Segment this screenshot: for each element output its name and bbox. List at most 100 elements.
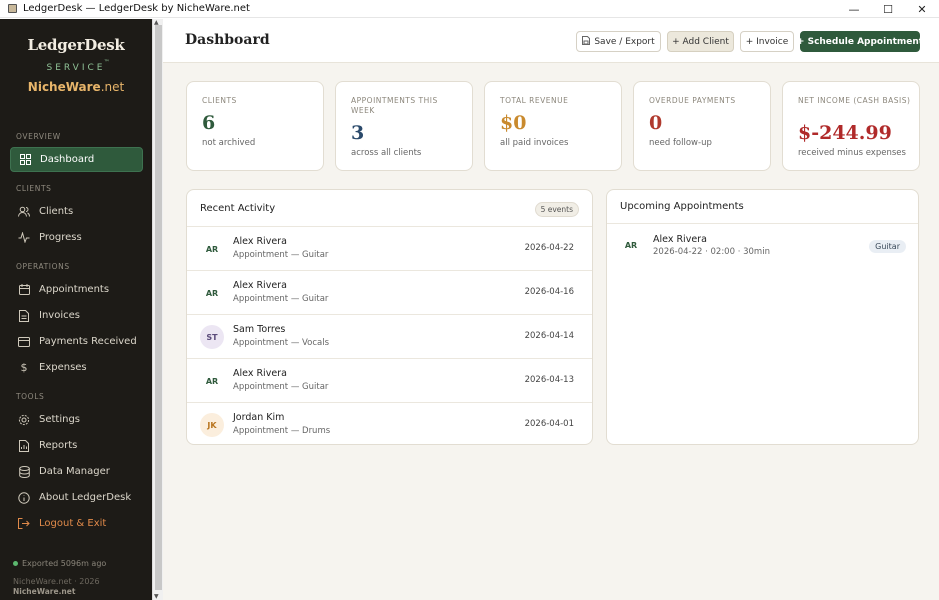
topbar: Dashboard Save / Export + Add Client + I… [163, 19, 939, 63]
upcoming-appointments-panel: Upcoming Appointments AR Alex Rivera 202… [606, 189, 919, 445]
recent-activity-panel: Recent Activity 5 events AR Alex Rivera … [186, 189, 593, 445]
sidebar-footer: Exported 5096m ago NicheWare.net · 2026 … [0, 559, 152, 600]
sidebar-scrollbar[interactable]: ▲ ▼ [152, 19, 163, 600]
panel-title: Upcoming Appointments [620, 201, 744, 212]
row-name: Alex Rivera [233, 280, 287, 291]
activity-row[interactable]: ST Sam Torres Appointment — Vocals 2026-… [187, 314, 592, 358]
database-icon [18, 465, 30, 478]
row-sub: Appointment — Guitar [233, 294, 329, 304]
sidebar-item-label: About LedgerDesk [39, 492, 132, 503]
brand: LedgerDesk SERVICE ™ NicheWare.net [0, 19, 152, 94]
stat-card-net-income: NET INCOME (CASH BASIS) $-244.99 receive… [782, 81, 920, 171]
section-operations: OPERATIONS [16, 262, 70, 271]
calendar-icon [18, 284, 30, 296]
scroll-down-icon[interactable]: ▼ [154, 593, 159, 600]
row-name: Sam Torres [233, 324, 286, 335]
users-icon [18, 206, 30, 218]
row-sub: Appointment — Drums [233, 426, 331, 436]
sidebar-item-settings[interactable]: Settings [10, 407, 143, 432]
stat-value: 6 [202, 112, 216, 134]
row-name: Alex Rivera [233, 368, 287, 379]
sidebar-item-appointments[interactable]: Appointments [10, 277, 143, 302]
stat-card-overdue: OVERDUE PAYMENTS 0 need follow-up [633, 81, 771, 171]
logout-icon [18, 518, 30, 530]
row-name: Alex Rivera [233, 236, 287, 247]
section-tools: TOOLS [16, 392, 45, 401]
sidebar-item-expenses[interactable]: $ Expenses [10, 355, 143, 380]
events-badge: 5 events [534, 202, 579, 217]
activity-row[interactable]: AR Alex Rivera Appointment — Guitar 2026… [187, 226, 592, 270]
sidebar-item-label: Logout & Exit [39, 518, 107, 529]
sidebar-item-label: Payments Received [39, 336, 137, 347]
activity-row[interactable]: AR Alex Rivera Appointment — Guitar 2026… [187, 358, 592, 402]
stat-value: 0 [649, 112, 663, 134]
minimize-button[interactable]: — [837, 0, 871, 18]
stat-label: CLIENTS [202, 96, 237, 105]
sidebar-item-about[interactable]: About LedgerDesk [10, 485, 143, 510]
brand-name: LedgerDesk [27, 36, 125, 54]
appointment-row[interactable]: AR Alex Rivera 2026-04-22 · 02:00 · 30mi… [607, 223, 918, 267]
sidebar-item-dashboard[interactable]: Dashboard [10, 147, 143, 172]
activity-icon [18, 232, 30, 244]
stat-value: $0 [500, 112, 527, 134]
add-client-button[interactable]: + Add Client [667, 31, 734, 52]
section-clients: CLIENTS [16, 184, 52, 193]
schedule-appointment-button[interactable]: + Schedule Appointment [797, 31, 923, 52]
stat-sub: need follow-up [649, 138, 712, 148]
stat-card-revenue: TOTAL REVENUE $0 all paid invoices [484, 81, 622, 171]
sidebar-item-data-manager[interactable]: Data Manager [10, 459, 143, 484]
row-sub: 2026-04-22 · 02:00 · 30min [653, 247, 770, 257]
section-overview: OVERVIEW [16, 132, 61, 141]
sidebar-item-label: Settings [39, 414, 81, 425]
sidebar-item-progress[interactable]: Progress [10, 225, 143, 250]
row-name: Jordan Kim [233, 412, 285, 423]
stat-sub: across all clients [351, 148, 422, 158]
sidebar-item-reports[interactable]: Reports [10, 433, 143, 458]
row-date: 2026-04-14 [524, 331, 574, 341]
avatar: AR [624, 240, 638, 250]
avatar: AR [205, 244, 219, 254]
sidebar-item-invoices[interactable]: Invoices [10, 303, 143, 328]
sidebar-item-label: Clients [39, 206, 74, 217]
sidebar-item-clients[interactable]: Clients [10, 199, 143, 224]
activity-row[interactable]: AR Alex Rivera Appointment — Guitar 2026… [187, 270, 592, 314]
save-export-button[interactable]: Save / Export [576, 31, 661, 52]
stat-card-appointments: APPOINTMENTS THIS WEEK 3 across all clie… [335, 81, 473, 171]
status-dot [13, 561, 18, 566]
activity-row[interactable]: JK Jordan Kim Appointment — Drums 2026-0… [187, 402, 592, 444]
row-date: 2026-04-16 [524, 287, 574, 297]
row-sub: Appointment — Guitar [233, 250, 329, 260]
stat-value: 3 [351, 122, 365, 144]
row-sub: Appointment — Vocals [233, 338, 330, 348]
sidebar-item-payments[interactable]: Payments Received [10, 329, 143, 354]
stat-value: $-244.99 [798, 122, 892, 144]
close-button[interactable]: ✕ [905, 0, 939, 18]
add-invoice-button[interactable]: + Invoice [740, 31, 794, 52]
app-icon [8, 4, 17, 13]
export-status: Exported 5096m ago [22, 559, 107, 568]
brand-service: SERVICE ™ [46, 59, 110, 73]
avatar: AR [205, 376, 219, 386]
sidebar-item-label: Expenses [39, 362, 87, 373]
instrument-tag: Guitar [869, 240, 906, 253]
stat-label: APPOINTMENTS THIS WEEK [351, 96, 438, 115]
window-title: LedgerDesk — LedgerDesk by NicheWare.net [23, 3, 250, 14]
avatar: ST [200, 325, 224, 349]
window-titlebar: LedgerDesk — LedgerDesk by NicheWare.net… [0, 0, 939, 18]
report-icon [18, 439, 30, 452]
sidebar-item-logout[interactable]: Logout & Exit [10, 511, 143, 536]
save-icon [582, 35, 591, 48]
sidebar-item-label: Invoices [39, 310, 80, 321]
page-title: Dashboard [185, 32, 270, 48]
brand-nicheware: NicheWare.net [27, 80, 125, 94]
card-icon [18, 336, 30, 348]
row-name: Alex Rivera [653, 234, 707, 245]
avatar: AR [205, 288, 219, 298]
stat-card-clients: CLIENTS 6 not archived [186, 81, 324, 171]
stat-sub: all paid invoices [500, 138, 569, 148]
stat-label: NET INCOME (CASH BASIS) [798, 96, 911, 105]
sidebar-item-label: Reports [39, 440, 78, 451]
stat-sub: received minus expenses [798, 148, 906, 158]
maximize-button[interactable]: ☐ [871, 0, 905, 18]
scrollbar-thumb[interactable] [155, 25, 162, 590]
